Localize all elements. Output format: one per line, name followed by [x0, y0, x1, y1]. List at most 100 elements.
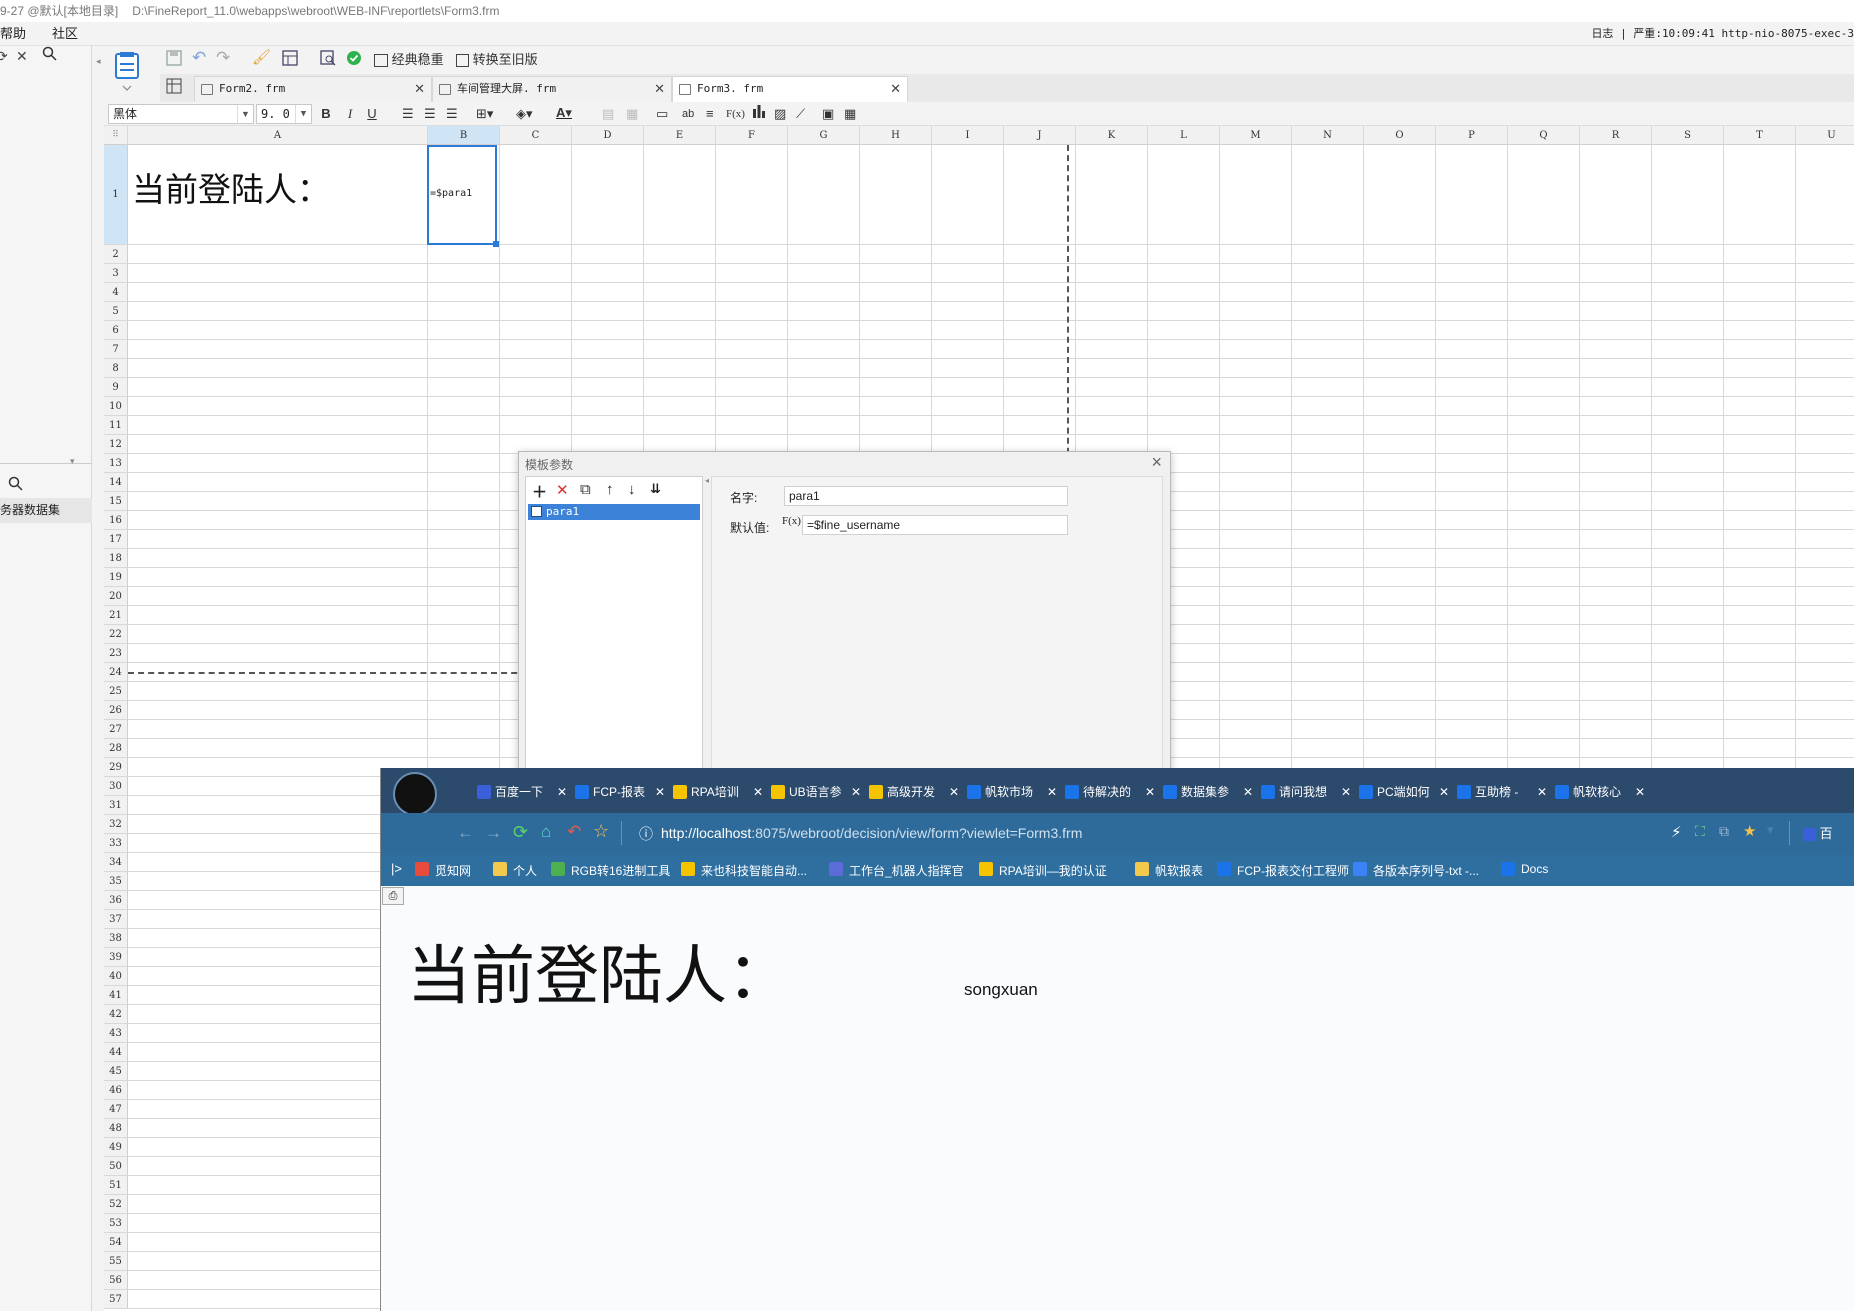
sub-report-icon[interactable]: ▦	[844, 104, 856, 124]
row-header[interactable]: 22	[104, 625, 128, 644]
close-icon[interactable]: ✕	[851, 778, 861, 806]
truncated-tab[interactable]: 百	[1803, 823, 1833, 842]
name-input[interactable]: para1	[784, 486, 1068, 506]
underline-button[interactable]: U	[364, 104, 380, 124]
close-icon[interactable]: ✕	[890, 77, 901, 101]
row-header[interactable]: 14	[104, 473, 128, 492]
insert-row-icon[interactable]: ▭	[656, 104, 668, 124]
browser-tab[interactable]: FCP-报表 ✕	[571, 778, 667, 806]
row-header[interactable]: 15	[104, 492, 128, 511]
menu-help[interactable]: 帮助	[0, 22, 26, 46]
row-header[interactable]: 3	[104, 264, 128, 283]
close-icon[interactable]: ✕	[1537, 778, 1547, 806]
undo-close-icon[interactable]: ↶	[567, 822, 581, 842]
close-icon[interactable]: ✕	[654, 77, 665, 101]
bookmark-item[interactable]: 各版本序列号-txt -...	[1351, 862, 1479, 879]
font-color-icon[interactable]: A▾	[556, 103, 572, 123]
bookmark-item[interactable]: RGB转16进制工具	[549, 862, 670, 879]
browser-tab[interactable]: 帆软市场 ✕	[963, 778, 1059, 806]
search-icon[interactable]	[42, 46, 57, 64]
column-header[interactable]: R	[1580, 126, 1652, 145]
server-dataset-item[interactable]: 务器数据集	[0, 498, 92, 523]
close-icon[interactable]: ✕	[949, 778, 959, 806]
cell-element-icon[interactable]: ▣	[822, 104, 834, 124]
row-header[interactable]: 38	[104, 929, 128, 948]
splitter-handle[interactable]: ◂	[705, 476, 709, 770]
row-header[interactable]: 30	[104, 777, 128, 796]
column-header[interactable]: H	[860, 126, 932, 145]
move-down-icon[interactable]: ↓	[628, 481, 636, 498]
row-header[interactable]: 43	[104, 1024, 128, 1043]
redo-icon[interactable]: ↷	[216, 48, 230, 68]
close-icon[interactable]: ✕	[1145, 778, 1155, 806]
browser-tab[interactable]: 请问我想 ✕	[1257, 778, 1353, 806]
row-header[interactable]: 11	[104, 416, 128, 435]
row-header[interactable]: 45	[104, 1062, 128, 1081]
browser-tab[interactable]: UB语言参 ✕	[767, 778, 863, 806]
row-header[interactable]: 27	[104, 720, 128, 739]
row-header[interactable]: 47	[104, 1100, 128, 1119]
column-header[interactable]: I	[932, 126, 1004, 145]
formula-button[interactable]: F(x)	[782, 515, 801, 527]
home-icon[interactable]: ⌂	[541, 822, 551, 842]
row-header[interactable]: 24	[104, 663, 128, 682]
row-header[interactable]: 55	[104, 1252, 128, 1271]
row-header[interactable]: 44	[104, 1043, 128, 1062]
column-header[interactable]: M	[1220, 126, 1292, 145]
capture-icon[interactable]: ⛶	[1695, 823, 1705, 840]
classic-stable-button[interactable]: 经典稳重	[374, 50, 444, 70]
browser-tab[interactable]: 互助榜 - ✕	[1453, 778, 1549, 806]
border-icon[interactable]: ⊞▾	[476, 104, 493, 124]
column-header[interactable]: O	[1364, 126, 1436, 145]
image-icon[interactable]: ▨	[774, 104, 786, 124]
file-tab-form2[interactable]: Form2. frm ✕	[194, 76, 432, 102]
favorite-icon[interactable]: ★	[1743, 822, 1756, 840]
collapse-icon[interactable]: ✕	[16, 48, 28, 65]
log-label[interactable]: 日志	[1591, 27, 1613, 40]
row-header[interactable]: 2	[104, 245, 128, 264]
row-header[interactable]: 10	[104, 397, 128, 416]
grid-layout-icon[interactable]	[166, 78, 182, 100]
column-header[interactable]: T	[1724, 126, 1796, 145]
browser-tab[interactable]: RPA培训 ✕	[669, 778, 765, 806]
refresh-icon[interactable]: ⟳	[0, 48, 8, 65]
convert-old-button[interactable]: 转换至旧版	[456, 50, 538, 70]
column-header[interactable]: C	[500, 126, 572, 145]
forward-icon[interactable]: →	[485, 823, 502, 843]
bookmark-item[interactable]: 来也科技智能自动...	[679, 862, 807, 879]
fill-color-icon[interactable]: ◈▾	[516, 104, 533, 124]
row-header[interactable]: 20	[104, 587, 128, 606]
browser-tab[interactable]: 百度一下 ✕	[473, 778, 569, 806]
url-field[interactable]: http://localhost:8075/webroot/decision/v…	[661, 825, 1082, 841]
select-all-corner[interactable]: ⠿	[104, 126, 128, 145]
row-header[interactable]: 46	[104, 1081, 128, 1100]
bold-button[interactable]: B	[318, 104, 334, 124]
close-icon[interactable]: ×	[1151, 452, 1162, 473]
column-header[interactable]: E	[644, 126, 716, 145]
info-icon[interactable]: ⓘ	[639, 824, 653, 844]
slash-icon[interactable]: ⟋	[796, 104, 805, 124]
close-icon[interactable]: ✕	[753, 778, 763, 806]
column-header[interactable]: N	[1292, 126, 1364, 145]
file-tab-workshop[interactable]: 车间管理大屏. frm ✕	[432, 76, 672, 102]
browser-tab[interactable]: 数据集参 ✕	[1159, 778, 1255, 806]
merge-cell-icon[interactable]: ▤	[602, 104, 614, 124]
row-header[interactable]: 25	[104, 682, 128, 701]
browser-tab[interactable]: 待解决的 ✕	[1061, 778, 1157, 806]
row-header[interactable]: 40	[104, 967, 128, 986]
italic-button[interactable]: I	[342, 104, 358, 124]
close-icon[interactable]: ✕	[1341, 778, 1351, 806]
star-icon[interactable]: ☆	[593, 821, 609, 842]
align-left-icon[interactable]: ☰	[402, 104, 414, 124]
column-header[interactable]: B	[428, 126, 500, 145]
row-header[interactable]: 53	[104, 1214, 128, 1233]
close-icon[interactable]: ✕	[1047, 778, 1057, 806]
row-header[interactable]: 21	[104, 606, 128, 625]
row-header[interactable]: 34	[104, 853, 128, 872]
browser-tab[interactable]: PC端如何 ✕	[1355, 778, 1451, 806]
datasource-search-icon[interactable]	[8, 476, 23, 494]
column-header[interactable]: F	[716, 126, 788, 145]
row-header[interactable]: 1	[104, 145, 128, 245]
cell-b1[interactable]: =$para1	[427, 145, 497, 245]
row-header[interactable]: 28	[104, 739, 128, 758]
